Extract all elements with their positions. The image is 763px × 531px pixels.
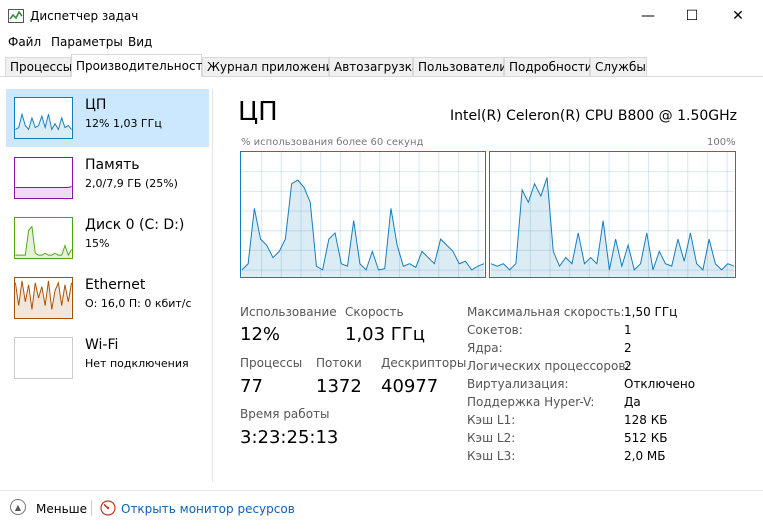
detail-key: Сокетов: <box>467 323 523 337</box>
detail-value: Да <box>624 395 641 409</box>
graph-max-label: 100% <box>707 137 736 148</box>
menu-file[interactable]: Файл <box>8 35 41 49</box>
open-resource-monitor-link[interactable]: Открыть монитор ресурсов <box>121 502 295 516</box>
footer-divider <box>91 500 92 516</box>
handles-label: Дескрипторы <box>381 356 467 370</box>
graph-area <box>15 280 72 318</box>
graph-area <box>15 114 72 138</box>
sidebar-item-label: Wi-Fi <box>85 337 119 353</box>
sidebar-item-sub: 12% 1,03 ГГц <box>85 117 162 130</box>
detail-value: 128 КБ <box>624 413 668 427</box>
maximize-button[interactable]: ☐ <box>669 0 715 32</box>
sidebar-item-sub: О: 16,0 П: 0 кбит/с <box>85 297 192 310</box>
footer-separator <box>0 490 763 491</box>
speed-label: Скорость <box>345 305 404 319</box>
graph-line <box>15 185 72 188</box>
disk-graph-icon <box>14 217 73 259</box>
tab-performance[interactable]: Производительность <box>71 54 210 77</box>
detail-value: Отключено <box>624 377 696 391</box>
graph-area <box>15 226 72 258</box>
detail-value: 512 КБ <box>624 431 668 445</box>
page-title: ЦП <box>238 97 278 127</box>
speed-value: 1,03 ГГц <box>345 324 426 345</box>
tab-details[interactable]: Подробности <box>504 57 593 76</box>
threads-value: 1372 <box>316 376 362 397</box>
uptime-value: 3:23:25:13 <box>240 427 339 448</box>
detail-key: Максимальная скорость: <box>467 305 625 319</box>
tab-app-history[interactable]: Журнал приложений <box>202 57 341 76</box>
sidebar-item-label: ЦП <box>85 97 107 113</box>
tab-startup[interactable]: Автозагрузка <box>329 57 419 76</box>
handles-value: 40977 <box>381 376 439 397</box>
usage-label: Использование <box>240 305 337 319</box>
sidebar-item-ethernet[interactable]: Ethernet О: 16,0 П: 0 кбит/с <box>6 269 209 327</box>
sidebar-item-sub: 15% <box>85 237 110 250</box>
cpu-core-1-graph <box>489 151 736 278</box>
sidebar-separator <box>212 88 213 482</box>
menu-view[interactable]: Вид <box>128 35 152 49</box>
sidebar-item-label: Память <box>85 157 140 173</box>
sidebar-item-label: Диск 0 (C: D:) <box>85 217 185 233</box>
detail-value: 1 <box>624 323 632 337</box>
sidebar-item-sub: 2,0/7,9 ГБ (25%) <box>85 177 178 190</box>
detail-key: Виртуализация: <box>467 377 569 391</box>
task-manager-icon <box>8 9 24 23</box>
detail-key: Ядра: <box>467 341 503 355</box>
detail-value: 2 <box>624 359 632 373</box>
tab-services[interactable]: Службы <box>590 57 647 76</box>
sidebar-item-memory[interactable]: Память 2,0/7,9 ГБ (25%) <box>6 149 209 207</box>
detail-key: Кэш L1: <box>467 413 516 427</box>
sidebar-item-label: Ethernet <box>85 277 146 293</box>
window-title: Диспетчер задач <box>30 9 139 23</box>
graph-line <box>15 225 72 257</box>
wifi-graph-icon <box>14 337 73 379</box>
processes-value: 77 <box>240 376 263 397</box>
uptime-label: Время работы <box>240 407 330 421</box>
detail-value: 1,50 ГГц <box>624 305 678 319</box>
threads-label: Потоки <box>316 356 362 370</box>
chevron-up-icon[interactable]: ▲ <box>10 499 26 515</box>
graph-area <box>15 186 72 198</box>
detail-key: Кэш L2: <box>467 431 516 445</box>
graph-area <box>490 177 735 277</box>
processes-label: Процессы <box>240 356 303 370</box>
sidebar-item-sub: Нет подключения <box>85 357 189 370</box>
graph-area <box>241 180 485 277</box>
menu-options[interactable]: Параметры <box>51 35 123 49</box>
cpu-graph-icon <box>14 97 73 139</box>
detail-value: 2,0 МБ <box>624 449 666 463</box>
cpu-model-name: Intel(R) Celeron(R) CPU B800 @ 1.50GHz <box>449 108 737 124</box>
ethernet-graph-icon <box>14 277 73 319</box>
minimize-button[interactable]: — <box>625 0 671 32</box>
detail-key: Поддержка Hyper-V: <box>467 395 595 409</box>
detail-key: Логических процессоров: <box>467 359 630 373</box>
cpu-core-0-graph <box>240 151 486 278</box>
tab-users[interactable]: Пользователи <box>413 57 507 76</box>
sidebar-item-wifi[interactable]: Wi-Fi Нет подключения <box>6 329 209 387</box>
detail-key: Кэш L3: <box>467 449 516 463</box>
usage-value: 12% <box>240 324 281 345</box>
tab-processes[interactable]: Процессы <box>5 57 72 76</box>
resource-monitor-icon <box>100 500 116 516</box>
graph-caption: % использования более 60 секунд <box>241 137 424 148</box>
fewer-details-button[interactable]: Меньше <box>36 502 87 516</box>
sidebar-item-cpu[interactable]: ЦП 12% 1,03 ГГц <box>6 89 209 147</box>
detail-value: 2 <box>624 341 632 355</box>
close-button[interactable]: ✕ <box>715 0 761 32</box>
sidebar-item-disk[interactable]: Диск 0 (C: D:) 15% <box>6 209 209 267</box>
memory-graph-icon <box>14 157 73 199</box>
